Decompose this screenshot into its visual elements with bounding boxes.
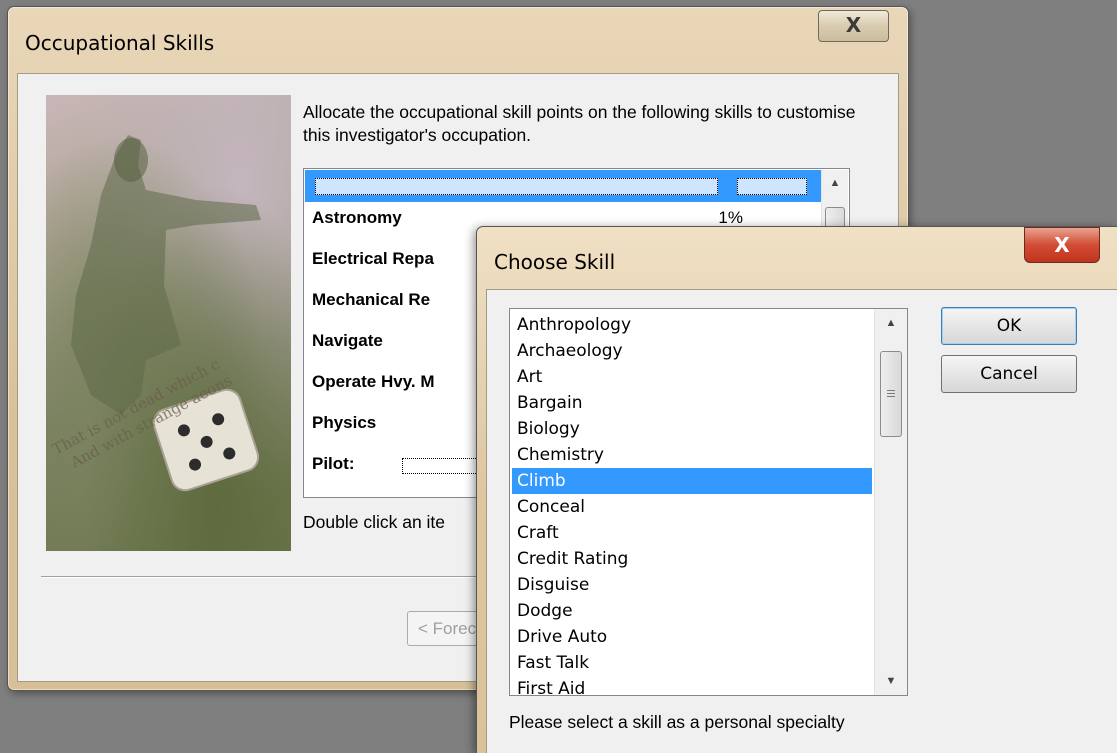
close-button[interactable]: X bbox=[818, 10, 889, 42]
close-icon: X bbox=[845, 13, 862, 37]
skill-name: Mechanical Re bbox=[312, 290, 431, 309]
close-icon: X bbox=[1054, 233, 1070, 257]
scroll-down-arrow-icon[interactable]: ▼ bbox=[875, 667, 907, 695]
skill-options-list[interactable]: Anthropology Archaeology Art Bargain Biology… bbox=[509, 308, 908, 696]
artwork-illustration: That is not dead which c And with strang… bbox=[49, 135, 261, 492]
skill-option[interactable]: Credit Rating bbox=[512, 546, 872, 572]
options-scrollbar[interactable]: ▲ ▼ bbox=[874, 309, 907, 695]
ok-button[interactable]: OK bbox=[941, 307, 1077, 345]
scroll-grip-icon bbox=[887, 390, 895, 397]
dialog-title: Choose Skill bbox=[494, 250, 616, 274]
skill-option[interactable]: Fast Talk bbox=[512, 650, 872, 676]
skill-option[interactable]: Archaeology bbox=[512, 338, 872, 364]
skill-option[interactable]: Conceal bbox=[512, 494, 872, 520]
window-title: Occupational Skills bbox=[25, 31, 215, 55]
skill-name: Operate Hvy. M bbox=[312, 372, 435, 391]
skill-option[interactable]: Drive Auto bbox=[512, 624, 872, 650]
desktop: Occupational Skills X That is not dead w… bbox=[0, 0, 1117, 753]
skill-option[interactable]: Craft bbox=[512, 520, 872, 546]
skill-option[interactable]: Dodge bbox=[512, 598, 872, 624]
skill-option[interactable]: Biology bbox=[512, 416, 872, 442]
dialog-hint-text: Please select a skill as a personal spec… bbox=[509, 712, 845, 732]
skill-option[interactable]: First Aid bbox=[512, 676, 872, 695]
investigator-artwork: That is not dead which c And with strang… bbox=[46, 95, 291, 551]
skill-name: Navigate bbox=[312, 331, 383, 350]
close-button[interactable]: X bbox=[1024, 227, 1100, 263]
skill-option[interactable]: Climb bbox=[512, 468, 872, 494]
skill-points-field[interactable] bbox=[737, 178, 807, 195]
skill-name: Physics bbox=[312, 413, 377, 432]
occupational-skills-titlebar[interactable]: Occupational Skills X bbox=[8, 7, 908, 73]
instructions-text: Allocate the occupational skill points o… bbox=[303, 102, 856, 145]
footer-hint-text: Double click an ite bbox=[303, 512, 446, 532]
skill-option[interactable]: Chemistry bbox=[512, 442, 872, 468]
skill-name: Pilot: bbox=[312, 454, 355, 473]
choose-skill-content: Anthropology Archaeology Art Bargain Biology… bbox=[486, 289, 1117, 753]
cancel-button[interactable]: Cancel bbox=[941, 355, 1077, 393]
skill-name-field[interactable] bbox=[315, 178, 718, 195]
skill-name: Astronomy bbox=[312, 208, 402, 227]
skill-option[interactable]: Disguise bbox=[512, 572, 872, 598]
scroll-up-arrow-icon[interactable]: ▲ bbox=[875, 309, 907, 337]
skill-name: Electrical Repa bbox=[312, 249, 434, 268]
skill-option[interactable]: Anthropology bbox=[512, 312, 872, 338]
scroll-thumb[interactable] bbox=[880, 351, 902, 437]
choose-skill-dialog: Choose Skill X Anthropology Archaeology Ar… bbox=[476, 226, 1117, 753]
skill-option[interactable]: Art bbox=[512, 364, 872, 390]
skill-option[interactable]: Bargain bbox=[512, 390, 872, 416]
selected-skill-row[interactable] bbox=[305, 170, 821, 202]
scroll-up-arrow-icon[interactable]: ▲ bbox=[822, 170, 848, 196]
skill-percent: 1% bbox=[718, 208, 743, 227]
